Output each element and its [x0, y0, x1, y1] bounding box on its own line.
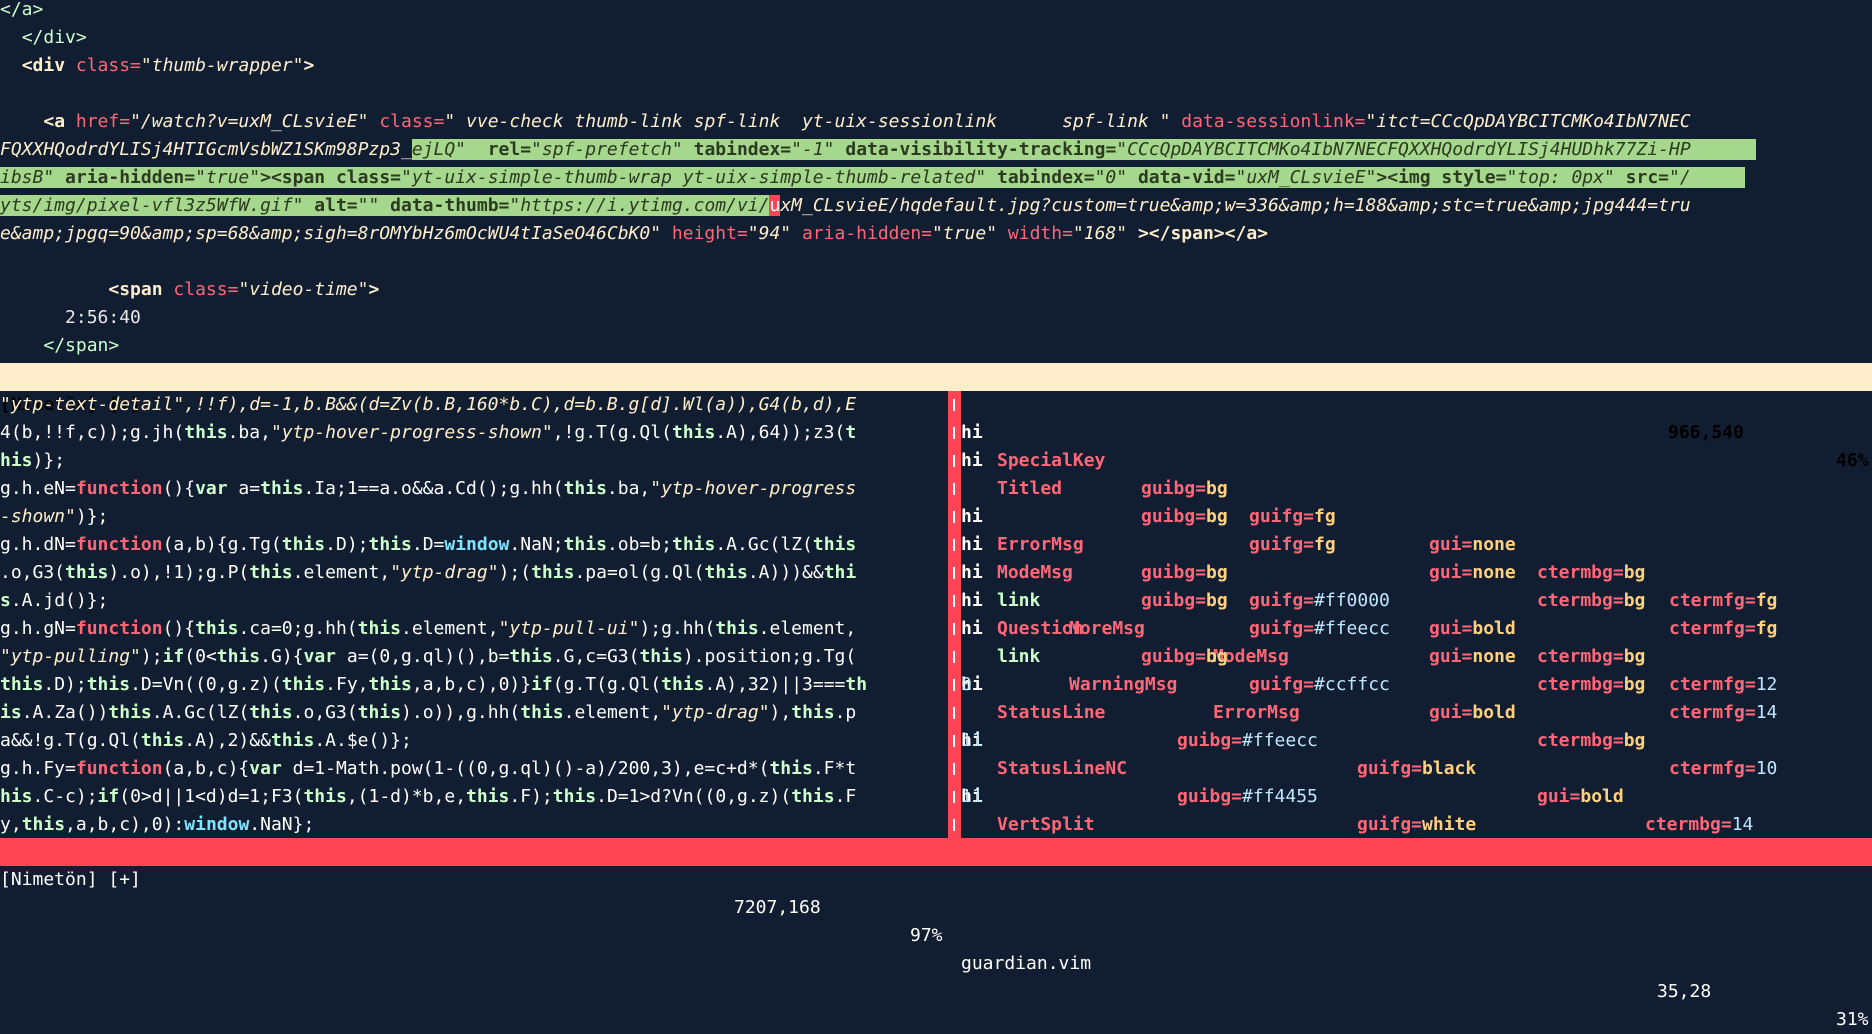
top-editor-pane[interactable]: </a> </div> <div class="thumb-wrapper"> … [0, 0, 1872, 363]
highlight-link-rule: hi link WarningMsg ErrorMsg [961, 618, 1300, 723]
code-line: yts/img/pixel-vfl3z5WfW.gif" alt="" data… [0, 195, 1691, 216]
left-editor-pane[interactable]: "ytp-text-detail",!!f),d=-1,b.B&&(d=Zv(b… [0, 391, 948, 838]
code-line: this.D);this.D=Vn((0,g.z)(this.Fy,this,a… [0, 674, 868, 695]
highlight-rule: hi StatusLineNC guibg=#ff4455 guifg=whit… [961, 730, 1477, 835]
code-line: g.h.eN=function(){var a=this.Ia;1==a.o&&… [0, 478, 857, 499]
code-line: e&amp;jpgq=90&amp;sp=68&amp;sigh=8rOMYbH… [0, 223, 1268, 244]
highlight-rule: hi SpecialKey guibg=bg guifg=fg gui=none… [961, 422, 1778, 611]
code-line: "ytp-pulling");if(0<this.G){var a=(0,g.q… [0, 646, 857, 667]
status-cursor-position-right: 35,28 [1657, 981, 1712, 1002]
wrapped-value: 0 [961, 674, 972, 695]
code-line: ibsB" aria-hidden="true"><span class="yt… [0, 164, 1745, 192]
bottom-status-line: [Nimetön] [+] 7207,168 97% guardian.vim … [0, 838, 1872, 1030]
visual-selection: ejLQ" rel="spf-prefetch" tabindex="-1" d… [411, 139, 1756, 160]
code-line: FQXXHQodrdYLISj4HTIGcmVsbWZ1SKm98Pzp3_ej… [0, 136, 1756, 164]
text-cursor: u [769, 195, 781, 216]
status-cursor-position: 7207,168 [734, 897, 821, 918]
code-line: y,this,a,b,c),0):window.NaN}; [0, 814, 315, 835]
visual-selection: ibsB" aria-hidden="true"><span class="yt… [0, 167, 1745, 188]
vertical-split-bar[interactable] [948, 391, 961, 838]
code-line: <a href="/watch?v=uxM_CLsvieE" class=" v… [43, 111, 1691, 132]
code-line: "ytp-text-detail",!!f),d=-1,b.B&&(d=Zv(b… [0, 394, 857, 415]
code-line: is.A.Za())this.A.Gc(lZ(this.o,G3(this).o… [0, 702, 857, 723]
code-line: </div> [21, 27, 87, 48]
wrapped-value: 11 [961, 730, 983, 751]
visual-selection: yts/img/pixel-vfl3z5WfW.gif" alt="" data… [0, 195, 770, 216]
highlight-rule: hi Titled guibg=bg guifg=fg gui=none cte… [961, 450, 1778, 639]
highlight-rule: hi VertSplit guibg=#ff4455 guifg=white g… [961, 786, 1095, 835]
highlight-link-rule: hi link MoreMsg ModeMsg [961, 562, 1289, 667]
status-scroll-percent-right: 31% [1836, 1009, 1869, 1030]
code-line: his.C-c);if(0>d||1<d)d=1;F3(this,(1-d)*b… [0, 786, 857, 807]
highlight-rule: hi Question guibg=bg guifg=#ccffcc gui=b… [961, 590, 1778, 779]
status-filename-right: guardian.vim [961, 953, 1092, 974]
right-editor-pane[interactable]: hi SpecialKey guibg=bg guifg=fg gui=none… [961, 391, 1872, 838]
code-line: </span> [43, 335, 120, 356]
highlight-rule: hi StatusLine guibg=#ffeecc guifg=black … [961, 674, 1754, 835]
highlight-rule: hi ErrorMsg guibg=bg guifg=#ff0000 gui=b… [961, 506, 1778, 695]
code-line: 4(b,!!f,c));g.jh(this.ba,"ytp-hover-prog… [0, 422, 857, 443]
status-filename: [Nimetön] [+] [0, 869, 141, 890]
code-line: s.A.jd()}; [0, 590, 109, 611]
code-line: his)}; [0, 450, 66, 471]
code-line: <div class="thumb-wrapper"> [21, 55, 315, 76]
code-line: .o,G3(this).o),!1);g.P(this.element,"ytp… [0, 562, 857, 583]
code-line: <span class="video-time"> [108, 279, 380, 300]
highlight-rule: hi ModeMsg guibg=bg guifg=#ffeecc gui=no… [961, 534, 1778, 723]
top-status-line: [Nimetön] [+] 966,540 46% [0, 363, 1872, 471]
code-line: 2:56:40 [65, 307, 141, 328]
code-line: -shown")}; [0, 506, 109, 527]
code-line: a&&!g.T(g.Ql(this.A),2)&&this.A.$e()}; [0, 730, 412, 751]
code-line: g.h.dN=function(a,b){g.Tg(this.D);this.D… [0, 534, 857, 555]
status-scroll-percent: 97% [910, 925, 943, 946]
code-line: g.h.Fy=function(a,b,c){var d=1-Math.pow(… [0, 758, 857, 779]
code-line: g.h.gN=function(){this.ca=0;g.hh(this.el… [0, 618, 857, 639]
code-line: </a> [0, 0, 44, 20]
wrapped-value: 11 [961, 786, 983, 807]
